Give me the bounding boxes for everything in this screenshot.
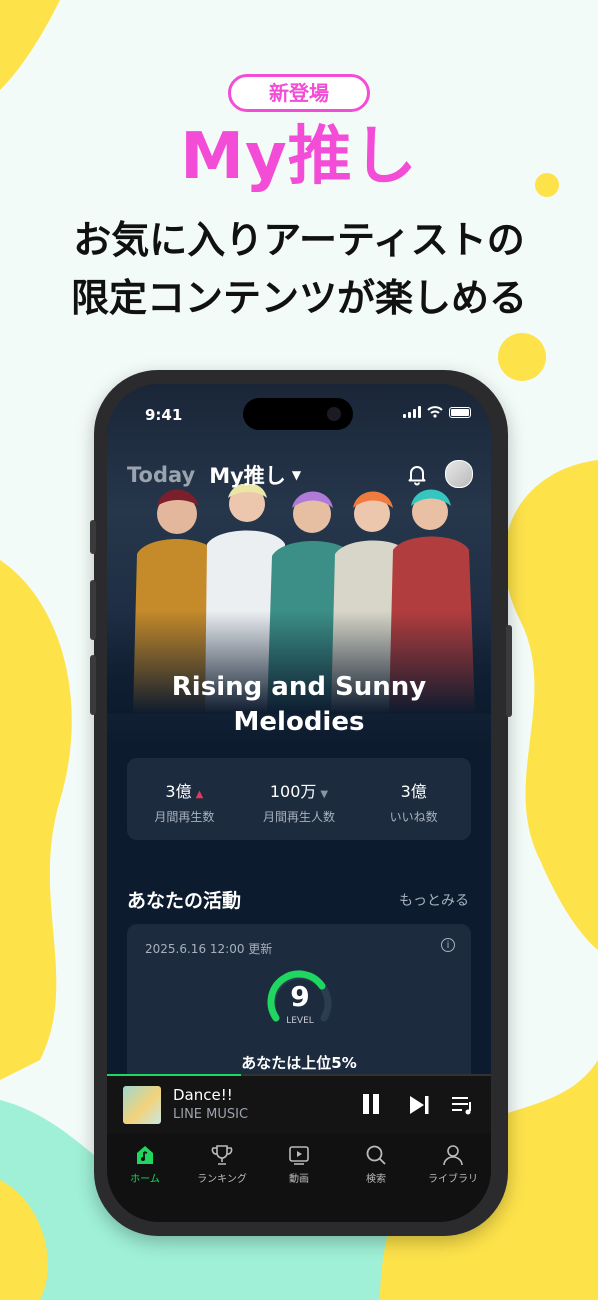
tab-label: ランキング — [197, 1174, 247, 1185]
app-screen: 9:41 Today My推し ▼ Rising and Sunny Melod… — [107, 384, 491, 1222]
promo-subtitle-line1: お気に入りアーティストの — [73, 218, 525, 262]
album-title-line2: Melodies — [233, 707, 365, 737]
dynamic-island — [243, 398, 353, 430]
trend-up-icon: ▲ — [195, 789, 204, 800]
avatar[interactable] — [445, 460, 473, 488]
stat-label: いいね数 — [389, 810, 438, 824]
promo-headline: My推し — [180, 120, 418, 194]
home-icon — [137, 1146, 153, 1164]
chevron-down-icon[interactable]: ▼ — [292, 468, 301, 482]
rank-text: あなたは上位5% — [241, 1054, 357, 1072]
promo-badge: 新登場 — [228, 74, 370, 112]
artist-name: LINE MUSIC — [173, 1107, 249, 1122]
album-title[interactable]: Rising and Sunny Melodies — [107, 670, 491, 740]
bottom-tab-bar: ホーム ランキング 動画 検索 ライブラリ — [107, 1134, 491, 1222]
stat-value: 100万 — [269, 782, 317, 801]
tab-my-oshi[interactable]: My推し — [209, 460, 286, 490]
stat-label: 月間再生数 — [154, 810, 215, 824]
stat-value: 3億 — [400, 782, 427, 801]
level-label: LEVEL — [286, 1016, 314, 1026]
system-icons — [403, 406, 471, 418]
song-title: Dance!! — [173, 1086, 233, 1104]
mini-player[interactable]: Dance!! LINE MUSIC — [107, 1074, 491, 1134]
tab-label: 検索 — [366, 1174, 386, 1185]
signal-icon — [403, 406, 421, 418]
updated-timestamp: 2025.6.16 12:00 更新 — [145, 942, 273, 956]
tab-video[interactable]: 動画 — [261, 1144, 337, 1185]
album-title-line1: Rising and Sunny — [171, 672, 427, 702]
promo-subtitle-line2: 限定コンテンツが楽しめる — [70, 276, 527, 320]
stat-label: 月間再生人数 — [263, 810, 336, 824]
bell-icon[interactable] — [405, 462, 429, 486]
battery-icon — [449, 406, 471, 418]
tab-library[interactable]: ライブラリ — [415, 1144, 491, 1185]
level-value: 9 — [290, 980, 310, 1013]
pause-button[interactable] — [361, 1094, 383, 1116]
trophy-icon — [211, 1145, 233, 1165]
info-icon[interactable]: i — [441, 938, 455, 952]
clock: 9:41 — [145, 406, 183, 424]
search-icon — [366, 1145, 386, 1165]
stats-panel: 3億 ▲ 月間再生数 100万 ▼ 月間再生人数 3億 いいね数 — [127, 758, 471, 840]
queue-icon[interactable] — [451, 1094, 475, 1116]
wifi-icon — [427, 406, 443, 418]
app-header: Today My推し ▼ — [127, 460, 301, 490]
see-more-link[interactable]: もっとみる — [399, 890, 469, 910]
tab-search[interactable]: 検索 — [338, 1144, 414, 1185]
status-bar: 9:41 — [107, 384, 491, 444]
stat-likes: 3億 いいね数 — [356, 758, 471, 840]
stat-monthly-listeners: 100万 ▼ 月間再生人数 — [242, 758, 357, 840]
playback-progress[interactable] — [107, 1074, 491, 1076]
stat-value: 3億 — [165, 782, 192, 801]
tab-home[interactable]: ホーム — [107, 1144, 183, 1185]
tab-today[interactable]: Today — [127, 463, 195, 487]
trend-down-icon: ▼ — [320, 789, 329, 800]
video-icon — [289, 1146, 309, 1165]
activity-section-title: あなたの活動 — [127, 890, 242, 912]
skip-next-icon[interactable] — [407, 1094, 431, 1116]
user-icon — [443, 1145, 463, 1166]
stat-monthly-plays: 3億 ▲ 月間再生数 — [127, 758, 242, 840]
album-cover[interactable] — [123, 1086, 161, 1124]
tab-label: ホーム — [130, 1174, 160, 1185]
tab-label: 動画 — [289, 1174, 309, 1185]
tab-ranking[interactable]: ランキング — [184, 1144, 260, 1185]
tab-label: ライブラリ — [428, 1174, 478, 1185]
